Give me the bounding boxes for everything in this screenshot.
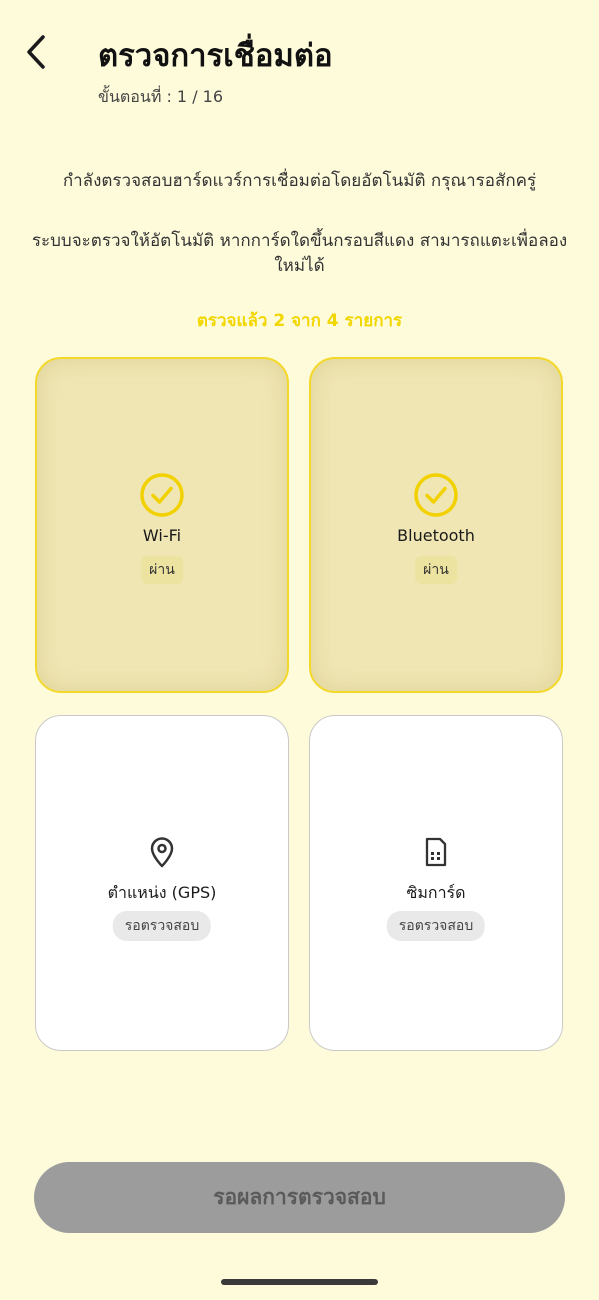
back-button[interactable] <box>16 32 56 72</box>
wait-result-button[interactable]: รอผลการตรวจสอบ <box>34 1162 565 1233</box>
card-label: ตำแหน่ง (GPS) <box>107 883 217 902</box>
check-circle-icon <box>138 471 186 519</box>
header: ตรวจการเชื่อมต่อ ขั้นตอนที่ : 1 / 16 <box>0 0 599 120</box>
description-text: กำลังตรวจสอบฮาร์ดแวร์การเชื่อมต่อโดยอัตโ… <box>62 171 537 191</box>
location-pin-icon <box>146 836 178 868</box>
card-label: Wi-Fi <box>142 526 182 545</box>
card-bluetooth[interactable]: Bluetooth ผ่าน <box>309 357 563 693</box>
check-circle-icon <box>412 471 460 519</box>
card-sim[interactable]: ซิมการ์ด รอตรวจสอบ <box>309 715 563 1051</box>
chevron-left-icon <box>27 35 45 69</box>
status-badge: รอตรวจสอบ <box>112 911 212 941</box>
card-wifi[interactable]: Wi-Fi ผ่าน <box>35 357 289 693</box>
page-title: ตรวจการเชื่อมต่อ <box>98 38 333 74</box>
status-badge: รอตรวจสอบ <box>386 911 486 941</box>
card-label: Bluetooth <box>397 526 475 545</box>
card-label: ซิมการ์ด <box>406 883 466 902</box>
step-indicator: ขั้นตอนที่ : 1 / 16 <box>98 87 224 106</box>
status-badge: ผ่าน <box>415 556 457 584</box>
progress-summary: ตรวจแล้ว 2 จาก 4 รายการ <box>196 311 403 331</box>
home-indicator[interactable] <box>221 1279 378 1285</box>
status-badge: ผ่าน <box>141 556 183 584</box>
card-gps[interactable]: ตำแหน่ง (GPS) รอตรวจสอบ <box>35 715 289 1051</box>
sim-card-icon <box>420 836 452 868</box>
instruction-text: ระบบจะตรวจให้อัตโนมัติ หากการ์ดใดขึ้นกรอ… <box>31 231 568 276</box>
